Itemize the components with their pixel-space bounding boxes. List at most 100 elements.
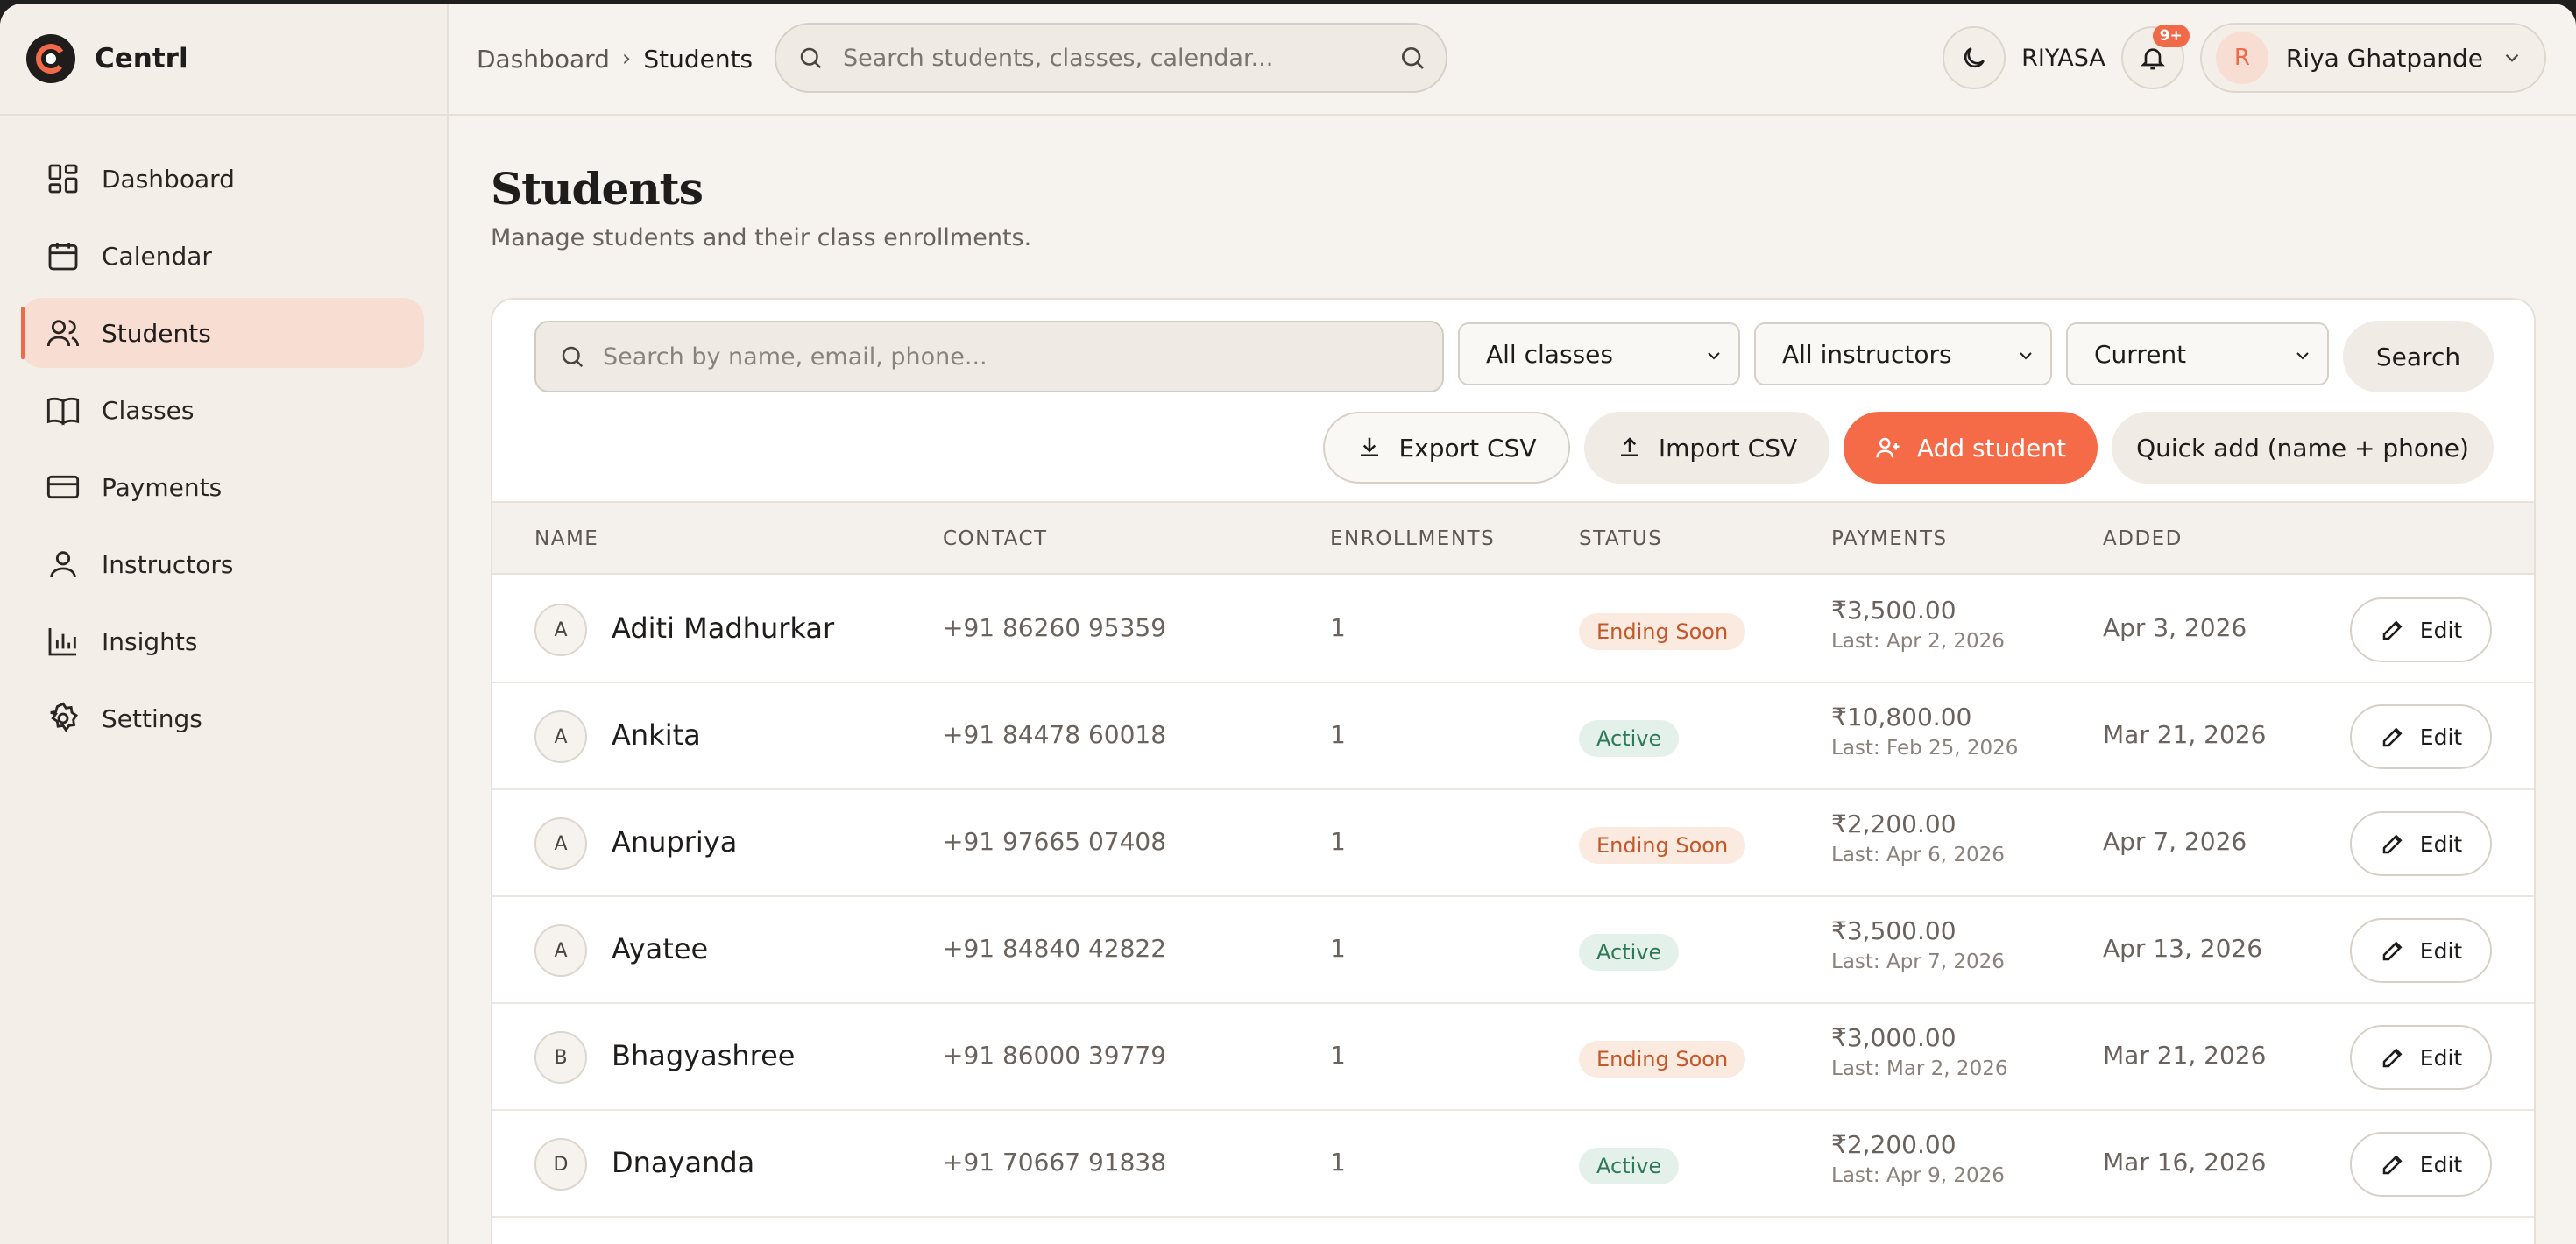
student-search-input[interactable] [603, 343, 1391, 371]
payment-amount: ₹10,800.00 [1831, 703, 1972, 732]
student-name[interactable]: Bhagyashree [612, 1039, 795, 1072]
column-header-payments[interactable]: PAYMENTS [1831, 527, 1948, 550]
table-row[interactable]: A Anupriya +91 97665 07408 1 Ending Soon ₹2,2… [492, 790, 2534, 897]
student-enrollments: 1 [1330, 720, 1346, 749]
payment-last-date: Last: Apr 6, 2026 [1831, 844, 2005, 866]
moon-icon [1964, 47, 1985, 68]
upload-icon [1620, 437, 1638, 456]
avatar: R [2215, 32, 2268, 84]
sidebar-item-calendar[interactable]: Calendar [21, 221, 424, 291]
edit-label: Edit [2419, 1044, 2463, 1071]
student-name[interactable]: Aditi Madhurkar [612, 611, 834, 645]
student-search[interactable] [534, 321, 1444, 392]
export-csv-button[interactable]: Export CSV [1323, 412, 1570, 484]
table-row[interactable]: A Ankita +91 84478 60018 1 Active ₹10,800.00 L… [492, 683, 2534, 790]
edit-label: Edit [2419, 831, 2463, 857]
app-name: Centrl [95, 43, 188, 74]
students-card: All classes All instructors Current Sear… [491, 298, 2536, 1244]
sidebar-nav: Dashboard Calendar Students Classes Paym… [0, 116, 447, 753]
add-student-button[interactable]: Add student [1844, 412, 2098, 484]
sidebar-item-payments[interactable]: Payments [21, 452, 424, 522]
edit-button[interactable]: Edit [2350, 597, 2492, 662]
sidebar-item-settings[interactable]: Settings [21, 683, 424, 753]
edit-button[interactable]: Edit [2350, 1025, 2492, 1090]
header-actions: RIYASA 9+ R Riya Ghatpande [1943, 23, 2546, 93]
edit-label: Edit [2419, 937, 2463, 964]
student-initial-avatar: A [534, 710, 587, 763]
payment-last-date: Last: Mar 2, 2026 [1831, 1057, 2008, 1080]
edit-button[interactable]: Edit [2350, 918, 2492, 983]
status-badge: Active [1579, 720, 1680, 757]
payment-amount: ₹2,200.00 [1831, 809, 1957, 838]
chevron-down-icon [2296, 352, 2309, 360]
status-badge: Ending Soon [1579, 1041, 1746, 1078]
student-added-date: Apr 7, 2026 [2103, 827, 2247, 856]
user-name: Riya Ghatpande [2285, 43, 2483, 73]
sidebar-item-insights[interactable]: Insights [21, 606, 424, 676]
student-name[interactable]: Anupriya [612, 825, 737, 859]
bell-icon [2140, 48, 2165, 70]
payment-info: ₹3,500.00 Last: Apr 2, 2026 [1831, 596, 2005, 653]
global-search-input[interactable] [843, 44, 1369, 72]
table-row[interactable]: D Dnayanda +91 70667 91838 1 Active ₹2,200.00… [492, 1111, 2534, 1218]
student-initial-avatar: B [534, 1031, 587, 1084]
student-name[interactable]: Dnayanda [612, 1146, 754, 1179]
instructor-filter-select[interactable]: All instructors [1754, 322, 2052, 385]
sidebar-item-classes[interactable]: Classes [21, 375, 424, 445]
user-icon [50, 551, 76, 578]
search-submit-icon[interactable] [1398, 44, 1426, 72]
payment-amount: ₹3,500.00 [1831, 916, 1957, 945]
pencil-icon [2382, 834, 2403, 854]
sidebar-item-label: Payments [102, 472, 223, 502]
org-name[interactable]: RIYASA [2021, 45, 2105, 72]
sidebar-item-students[interactable]: Students [21, 298, 424, 368]
table-row[interactable]: A Aditi Madhurkar +91 86260 95359 1 Ending S… [492, 576, 2534, 683]
class-filter-select[interactable]: All classes [1458, 322, 1740, 385]
edit-button[interactable]: Edit [2350, 704, 2492, 769]
chevron-right-icon: › [621, 46, 632, 72]
column-header-contact[interactable]: CONTACT [943, 527, 1048, 550]
student-contact: +91 86000 39779 [943, 1041, 1167, 1070]
student-name[interactable]: Ayatee [612, 932, 708, 965]
book-icon [46, 397, 80, 426]
notifications-button[interactable]: 9+ [2120, 25, 2190, 89]
search-button[interactable]: Search [2343, 321, 2494, 392]
column-header-enrollments[interactable]: ENROLLMENTS [1330, 527, 1495, 550]
chevron-down-icon [2505, 53, 2519, 62]
payment-info: ₹2,200.00 Last: Apr 9, 2026 [1831, 1130, 2005, 1187]
sidebar-item-instructors[interactable]: Instructors [21, 529, 424, 599]
user-menu[interactable]: R Riya Ghatpande [2199, 23, 2546, 93]
centrl-logo-icon [26, 34, 75, 83]
breadcrumb: Dashboard › Students [477, 45, 753, 74]
edit-button[interactable]: Edit [2350, 811, 2492, 876]
import-csv-button[interactable]: Import CSV [1584, 412, 1829, 484]
period-filter-select[interactable]: Current [2066, 322, 2329, 385]
page-title: Students [491, 163, 704, 215]
theme-toggle-button[interactable] [1943, 26, 2006, 89]
column-header-status[interactable]: STATUS [1579, 527, 1662, 550]
quick-add-button[interactable]: Quick add (name + phone) [2112, 412, 2494, 484]
column-header-added[interactable]: ADDED [2103, 527, 2183, 550]
sidebar-item-label: Students [102, 318, 211, 348]
table-header: NAME CONTACT ENROLLMENTS STATUS PAYMENTS… [492, 501, 2534, 575]
global-search[interactable] [775, 23, 1447, 93]
notification-badge: 9+ [2152, 25, 2190, 47]
breadcrumb-dashboard[interactable]: Dashboard [477, 45, 610, 74]
student-contact: +91 84478 60018 [943, 720, 1167, 749]
payment-last-date: Last: Apr 2, 2026 [1831, 630, 2005, 653]
table-row[interactable]: A Ayatee +91 84840 42822 1 Active ₹3,500.00 La… [492, 897, 2534, 1004]
download-icon [1361, 437, 1379, 456]
user-plus-icon [1876, 437, 1900, 458]
student-added-date: Apr 3, 2026 [2103, 613, 2247, 642]
app-window: Centrl Dashboard Calendar Students Class… [0, 4, 2576, 1244]
sidebar-item-dashboard[interactable]: Dashboard [21, 144, 424, 214]
payment-info: ₹3,000.00 Last: Mar 2, 2026 [1831, 1023, 2007, 1080]
edit-button[interactable]: Edit [2350, 1132, 2492, 1197]
payment-info: ₹2,200.00 Last: Apr 6, 2026 [1831, 809, 2005, 866]
pencil-icon [2382, 941, 2403, 961]
table-row[interactable]: B Bhagyashree +91 86000 39779 1 Ending Soon ₹… [492, 1004, 2534, 1111]
status-badge: Ending Soon [1579, 613, 1746, 650]
column-header-name[interactable]: NAME [534, 527, 598, 550]
student-name[interactable]: Ankita [612, 718, 701, 752]
brand[interactable]: Centrl [0, 4, 447, 116]
